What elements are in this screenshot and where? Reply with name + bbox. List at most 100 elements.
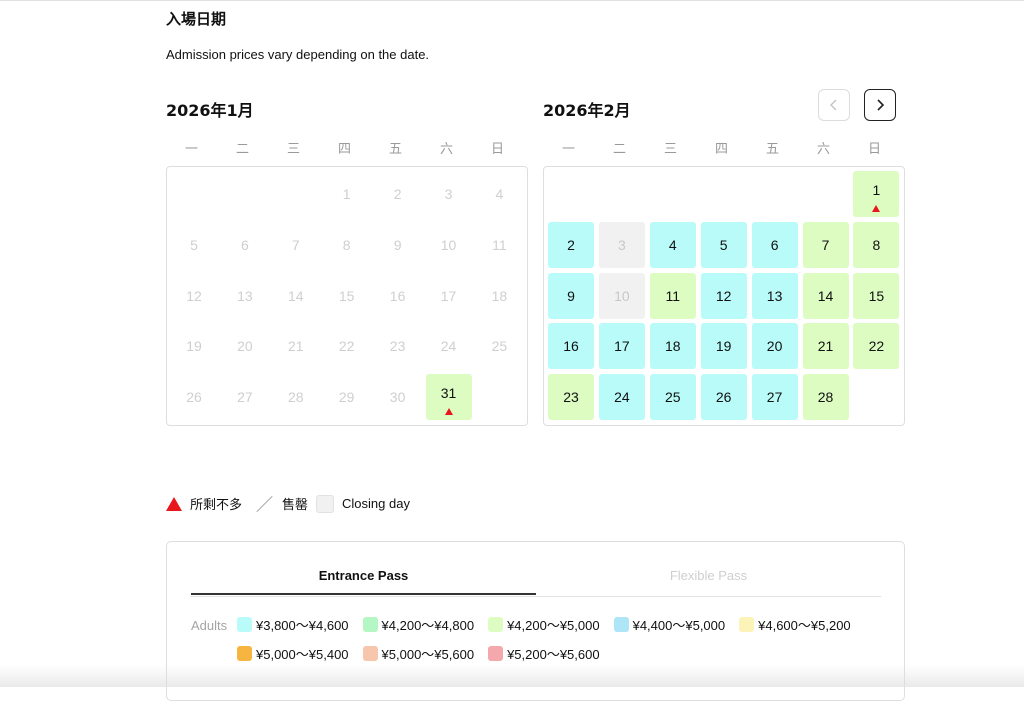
calendar-day[interactable]: 14 xyxy=(802,272,849,319)
day-number: 30 xyxy=(389,389,406,406)
pass-tabs: Entrance Pass Flexible Pass xyxy=(191,568,881,597)
calendar-day: 20 xyxy=(222,323,268,369)
calendar-day[interactable]: 31 xyxy=(425,374,472,421)
calendar-day[interactable]: 9 xyxy=(548,272,594,319)
day-number: 10 xyxy=(440,236,457,253)
calendar-day[interactable]: 8 xyxy=(853,221,900,268)
day-number: 24 xyxy=(440,338,457,355)
calendar-day[interactable]: 28 xyxy=(802,374,849,421)
calendar-day[interactable]: 17 xyxy=(598,323,645,370)
price-range-label: ¥5,000〜¥5,600 xyxy=(381,647,475,662)
legend-sold-out-label: 售罄 xyxy=(282,497,309,512)
calendar-day[interactable]: 22 xyxy=(853,323,900,370)
bottom-fade xyxy=(0,665,1024,687)
price-color-swatch xyxy=(739,617,755,632)
price-range-label: ¥4,200〜¥5,000 xyxy=(507,618,600,633)
day-number: 28 xyxy=(817,389,834,406)
day-number: 11 xyxy=(665,287,681,304)
day-number: 9 xyxy=(567,287,575,304)
calendar-day: 2 xyxy=(375,171,421,217)
day-number: 2 xyxy=(393,186,402,202)
weekday-label: 六 xyxy=(816,142,830,157)
calendar-day[interactable]: 6 xyxy=(751,221,798,268)
weekday-label: 四 xyxy=(714,142,728,157)
weekday-label: 六 xyxy=(439,142,453,157)
day-number: 21 xyxy=(817,338,834,355)
calendar-day[interactable]: 18 xyxy=(649,323,696,370)
day-number: 7 xyxy=(821,236,830,253)
calendar-day[interactable]: 20 xyxy=(751,323,798,370)
calendar-day[interactable]: 5 xyxy=(700,221,747,268)
calendar-day: 19 xyxy=(171,323,217,369)
calendar-day[interactable]: 1 xyxy=(853,171,900,217)
weekday-label: 三 xyxy=(663,142,677,157)
calendar-day[interactable]: 19 xyxy=(700,323,747,370)
month-title-february: 2026年2月 xyxy=(543,101,631,120)
day-number: 20 xyxy=(766,338,783,355)
day-number: 7 xyxy=(291,236,300,253)
calendar-day: 12 xyxy=(171,273,217,319)
tab-entrance-pass[interactable]: Entrance Pass xyxy=(191,568,536,595)
day-number: 15 xyxy=(338,287,355,304)
price-range-label: ¥4,600〜¥5,200 xyxy=(758,618,851,633)
calendar-day: 21 xyxy=(273,323,319,369)
calendar-day[interactable]: 2 xyxy=(548,221,594,268)
weekday-header-february: 一 二 三 四 五 六 日 xyxy=(543,138,905,157)
calendar-day: 17 xyxy=(426,273,472,319)
calendar-day[interactable]: 26 xyxy=(700,374,747,421)
calendar-day[interactable]: 7 xyxy=(802,221,849,268)
calendar-day[interactable]: 16 xyxy=(548,323,594,370)
calendar-day: 24 xyxy=(426,323,472,369)
day-number: 2 xyxy=(567,236,575,253)
day-number: 6 xyxy=(770,236,779,253)
calendar-day: 28 xyxy=(273,374,319,420)
previous-month-button[interactable] xyxy=(818,89,850,121)
calendar-day[interactable]: 23 xyxy=(548,374,594,421)
weekday-label: 五 xyxy=(765,142,779,157)
calendar-day: 26 xyxy=(171,374,217,420)
day-number: 17 xyxy=(614,338,630,355)
price-color-swatch xyxy=(613,617,629,632)
calendar-day[interactable]: 25 xyxy=(649,374,696,421)
tab-flexible-pass[interactable]: Flexible Pass xyxy=(536,568,881,596)
calendar-day: 6 xyxy=(222,222,268,268)
calendar-day: 22 xyxy=(324,323,370,369)
weekday-label: 日 xyxy=(490,142,504,157)
day-number: 22 xyxy=(868,338,885,355)
day-number: 22 xyxy=(338,338,355,355)
chevron-right-icon xyxy=(877,99,885,111)
day-number: 1 xyxy=(872,182,881,198)
day-number: 6 xyxy=(240,236,249,253)
day-number: 17 xyxy=(440,287,457,304)
day-number: 14 xyxy=(288,287,304,304)
next-month-button[interactable] xyxy=(864,89,896,121)
price-range-list: ¥3,800〜¥4,600 ¥4,200〜¥4,800 ¥4,200〜¥5,000 ¥… xyxy=(237,616,897,662)
price-range-item: ¥5,000〜¥5,600 xyxy=(362,645,475,662)
calendar-grid-february: 1 2 3 4 5 6 7 8 9 10 11 12 13 14 15 16 17 18 19 20 21 22 23 24 2… xyxy=(543,166,905,426)
price-range-item: ¥5,200〜¥5,600 xyxy=(488,645,600,662)
legend-closing-day-label: Closing day xyxy=(342,496,410,511)
day-number: 27 xyxy=(237,389,253,406)
calendar-day: 25 xyxy=(476,323,522,369)
calendar-day[interactable]: 13 xyxy=(751,272,798,319)
calendar-day: 27 xyxy=(222,374,268,420)
day-number: 25 xyxy=(665,389,681,406)
calendar-day[interactable]: 11 xyxy=(649,272,696,319)
calendar-day: 3 xyxy=(598,221,645,268)
price-color-swatch xyxy=(488,646,504,661)
calendar-day[interactable]: 27 xyxy=(751,374,798,421)
calendar-day[interactable]: 24 xyxy=(598,374,645,421)
day-number: 8 xyxy=(872,236,881,253)
calendar-grid-january: 1 2 3 4 5 6 7 8 9 10 11 12 13 14 15 16 17 18 19 20 21 22 23 24 2… xyxy=(166,166,528,426)
calendar-day[interactable]: 21 xyxy=(802,323,849,370)
price-range-label: ¥3,800〜¥4,600 xyxy=(256,618,349,633)
calendar-day[interactable]: 15 xyxy=(853,272,900,319)
day-number: 1 xyxy=(342,186,351,202)
day-number: 3 xyxy=(444,186,453,202)
top-divider xyxy=(0,0,1024,1)
calendar-day[interactable]: 12 xyxy=(700,272,747,319)
price-range-item: ¥5,000〜¥5,400 xyxy=(237,645,349,662)
calendar-day[interactable]: 4 xyxy=(649,221,696,268)
calendar-day: 7 xyxy=(273,222,319,268)
day-number: 18 xyxy=(665,338,681,355)
